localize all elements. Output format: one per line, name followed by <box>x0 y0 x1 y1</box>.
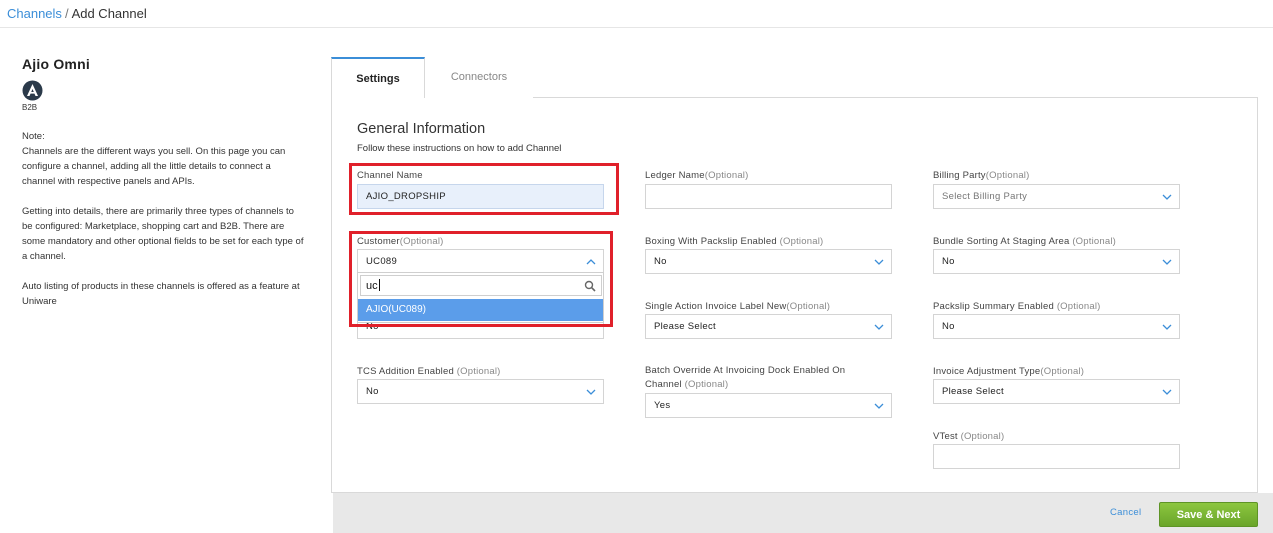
vtest-input[interactable] <box>933 444 1180 469</box>
bundle-sorting-label-text: Bundle Sorting At Staging Area <box>933 236 1070 247</box>
breadcrumb-channels-link[interactable]: Channels <box>7 6 62 21</box>
packslip-summary-value: No <box>942 321 955 332</box>
batch-override-select[interactable]: Yes <box>645 393 892 418</box>
packslip-summary-select[interactable]: No <box>933 314 1180 339</box>
channel-type-label: B2B <box>22 103 38 112</box>
breadcrumb-separator: / <box>64 6 69 21</box>
note-paragraph-2: Getting into details, there are primaril… <box>22 206 304 262</box>
bundle-sorting-optional: (Optional) <box>1072 236 1117 247</box>
ledger-name-optional: (Optional) <box>704 170 749 181</box>
packslip-summary-optional: (Optional) <box>1056 301 1101 312</box>
invoice-adjustment-value: Please Select <box>942 386 1004 397</box>
chevron-down-icon <box>1162 324 1172 330</box>
billing-party-select[interactable]: Select Billing Party <box>933 184 1180 209</box>
bundle-sorting-value: No <box>942 256 955 267</box>
batch-override-label: Batch Override At Invoicing Dock Enabled… <box>645 364 885 392</box>
boxing-label-text: Boxing With Packslip Enabled <box>645 236 777 247</box>
save-next-button[interactable]: Save & Next <box>1159 502 1258 527</box>
note-paragraph-1: Channels are the different ways you sell… <box>22 146 286 187</box>
channel-info-panel: Ajio Omni B2B Note: Channels are the dif… <box>22 56 303 307</box>
billing-party-label-text: Billing Party <box>933 170 986 181</box>
invoice-adjustment-label: Invoice Adjustment Type(Optional) <box>933 365 1084 379</box>
ledger-name-label-text: Ledger Name <box>645 170 705 181</box>
invoice-adjustment-select[interactable]: Please Select <box>933 379 1180 404</box>
vtest-label-text: VTest <box>933 431 958 442</box>
breadcrumb: Channels / Add Channel <box>7 6 147 21</box>
note-paragraph-3: Auto listing of products in these channe… <box>22 281 300 307</box>
billing-party-label: Billing Party(Optional) <box>933 169 1029 183</box>
bundle-sorting-select[interactable]: No <box>933 249 1180 274</box>
chevron-down-icon <box>1162 389 1172 395</box>
vtest-label: VTest (Optional) <box>933 430 1004 444</box>
channel-note: Note: Channels are the different ways yo… <box>22 129 304 324</box>
batch-override-value: Yes <box>654 400 671 411</box>
single-action-optional: (Optional) <box>786 301 831 312</box>
tab-settings[interactable]: Settings <box>331 57 425 98</box>
breadcrumb-current: Add Channel <box>71 6 147 21</box>
boxing-label: Boxing With Packslip Enabled (Optional) <box>645 235 823 249</box>
channel-name-highlight <box>349 163 619 215</box>
top-bar: Channels / Add Channel <box>0 0 1273 28</box>
chevron-down-icon <box>1162 194 1172 200</box>
tcs-value: No <box>366 386 379 397</box>
vtest-optional: (Optional) <box>960 431 1005 442</box>
customer-highlight <box>349 231 613 327</box>
boxing-optional: (Optional) <box>779 236 824 247</box>
chevron-down-icon <box>1162 259 1172 265</box>
chevron-down-icon <box>874 259 884 265</box>
batch-override-label-line2: Channel <box>645 379 682 390</box>
ledger-name-input[interactable] <box>645 184 892 209</box>
batch-override-label-line1: Batch Override At Invoicing Dock Enabled… <box>645 365 846 376</box>
chevron-down-icon <box>586 389 596 395</box>
ledger-name-label: Ledger Name(Optional) <box>645 169 748 183</box>
channel-title: Ajio Omni <box>22 56 90 72</box>
billing-party-optional: (Optional) <box>985 170 1030 181</box>
chevron-down-icon <box>874 403 884 409</box>
billing-party-value: Select Billing Party <box>942 191 1028 202</box>
tcs-select[interactable]: No <box>357 379 604 404</box>
single-action-label-text: Single Action Invoice Label New <box>645 301 787 312</box>
single-action-select[interactable]: Please Select <box>645 314 892 339</box>
note-title: Note: <box>22 131 45 142</box>
section-subtitle: Follow these instructions on how to add … <box>357 143 562 154</box>
tab-connectors[interactable]: Connectors <box>425 57 533 98</box>
single-action-value: Please Select <box>654 321 716 332</box>
ajio-logo-icon <box>22 80 43 101</box>
invoice-adjustment-label-text: Invoice Adjustment Type <box>933 366 1041 377</box>
batch-override-optional: (Optional) <box>684 379 729 390</box>
single-action-label: Single Action Invoice Label New(Optional… <box>645 300 830 314</box>
chevron-down-icon <box>874 324 884 330</box>
packslip-summary-label-text: Packslip Summary Enabled <box>933 301 1054 312</box>
boxing-select[interactable]: No <box>645 249 892 274</box>
bundle-sorting-label: Bundle Sorting At Staging Area (Optional… <box>933 235 1116 249</box>
tcs-label-text: TCS Addition Enabled <box>357 366 454 377</box>
invoice-adjustment-optional: (Optional) <box>1040 366 1085 377</box>
tcs-label: TCS Addition Enabled (Optional) <box>357 365 501 379</box>
section-title: General Information <box>357 121 486 137</box>
tcs-optional: (Optional) <box>456 366 501 377</box>
boxing-value: No <box>654 256 667 267</box>
packslip-summary-label: Packslip Summary Enabled (Optional) <box>933 300 1101 314</box>
cancel-button[interactable]: Cancel <box>1110 507 1141 518</box>
